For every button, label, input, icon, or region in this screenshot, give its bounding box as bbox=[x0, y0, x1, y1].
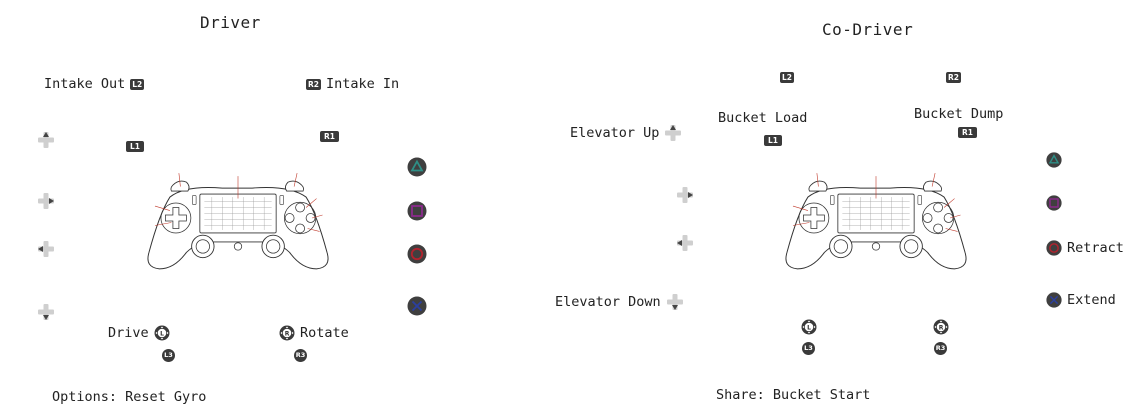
driver-options-label: Options: Reset Gyro bbox=[52, 389, 207, 405]
dpad-down-icon bbox=[37, 303, 55, 321]
driver-r3-badge: R3 bbox=[294, 349, 307, 362]
dpad-up-icon bbox=[37, 131, 55, 149]
dpad-right-icon bbox=[37, 192, 55, 210]
codriver-l2-badge: L2 bbox=[780, 72, 794, 83]
driver-title: Driver bbox=[200, 13, 261, 32]
driver-r1-badge: R1 bbox=[320, 131, 339, 142]
svg-text:L: L bbox=[160, 330, 164, 337]
dpad-up-icon bbox=[664, 124, 682, 142]
driver-r2-row: R2 Intake In bbox=[306, 76, 399, 92]
right-stick-icon: R bbox=[279, 325, 295, 341]
triangle-button-icon bbox=[1046, 152, 1062, 168]
svg-text:L: L bbox=[807, 324, 811, 331]
codriver-cross-label: Extend bbox=[1067, 292, 1116, 308]
codriver-l1-badge: L1 bbox=[764, 135, 782, 146]
right-stick-icon: R bbox=[933, 319, 949, 335]
circle-button-icon bbox=[1046, 240, 1062, 256]
driver-r2-label: Intake In bbox=[326, 76, 400, 92]
dpad-right-icon bbox=[676, 186, 694, 204]
codriver-dpad-up-row: Elevator Up bbox=[570, 124, 682, 142]
driver-r2-badge: R2 bbox=[306, 78, 321, 90]
driver-l2-label: Intake Out bbox=[44, 76, 126, 92]
codriver-title: Co-Driver bbox=[822, 20, 914, 39]
driver-r3-label: Rotate bbox=[300, 325, 349, 341]
codriver-share-label: Share: Bucket Start bbox=[716, 387, 871, 403]
driver-l2-badge: L2 bbox=[130, 78, 145, 90]
codriver-controller-illustration bbox=[778, 166, 974, 276]
driver-l3-badge: L3 bbox=[162, 349, 175, 362]
codriver-l3-badge: L3 bbox=[802, 342, 815, 355]
cross-button-icon bbox=[1046, 292, 1062, 308]
cross-button-icon bbox=[407, 296, 427, 316]
codriver-circle-row: Retract bbox=[1046, 240, 1124, 256]
codriver-dpad-up-label: Elevator Up bbox=[570, 125, 660, 141]
left-stick-icon: L bbox=[801, 319, 817, 335]
square-button-icon bbox=[407, 201, 427, 221]
driver-l3-label: Drive bbox=[108, 325, 149, 341]
driver-l3-row: Drive L bbox=[108, 325, 170, 341]
svg-text:R: R bbox=[939, 324, 944, 331]
driver-r3-row: R Rotate bbox=[279, 325, 349, 341]
codriver-cross-row: Extend bbox=[1046, 292, 1116, 308]
codriver-dpad-down-row: Elevator Down bbox=[555, 293, 684, 311]
square-button-icon bbox=[1046, 195, 1062, 211]
dpad-left-icon bbox=[676, 234, 694, 252]
driver-l1-badge: L1 bbox=[126, 141, 144, 152]
codriver-r1-badge: R1 bbox=[958, 127, 977, 138]
dpad-left-icon bbox=[37, 240, 55, 258]
dpad-down-icon bbox=[666, 293, 684, 311]
driver-controller-illustration bbox=[140, 166, 336, 276]
svg-text:R: R bbox=[285, 330, 290, 337]
codriver-l1-label: Bucket Load bbox=[718, 110, 808, 126]
codriver-r1-label: Bucket Dump bbox=[914, 106, 1004, 122]
codriver-r3-badge: R3 bbox=[934, 342, 947, 355]
circle-button-icon bbox=[407, 244, 427, 264]
codriver-dpad-down-label: Elevator Down bbox=[555, 294, 661, 310]
driver-l2-row: Intake Out L2 bbox=[44, 76, 145, 92]
triangle-button-icon bbox=[407, 157, 427, 177]
codriver-circle-label: Retract bbox=[1067, 240, 1124, 256]
codriver-r2-badge: R2 bbox=[946, 72, 961, 83]
left-stick-icon: L bbox=[154, 325, 170, 341]
